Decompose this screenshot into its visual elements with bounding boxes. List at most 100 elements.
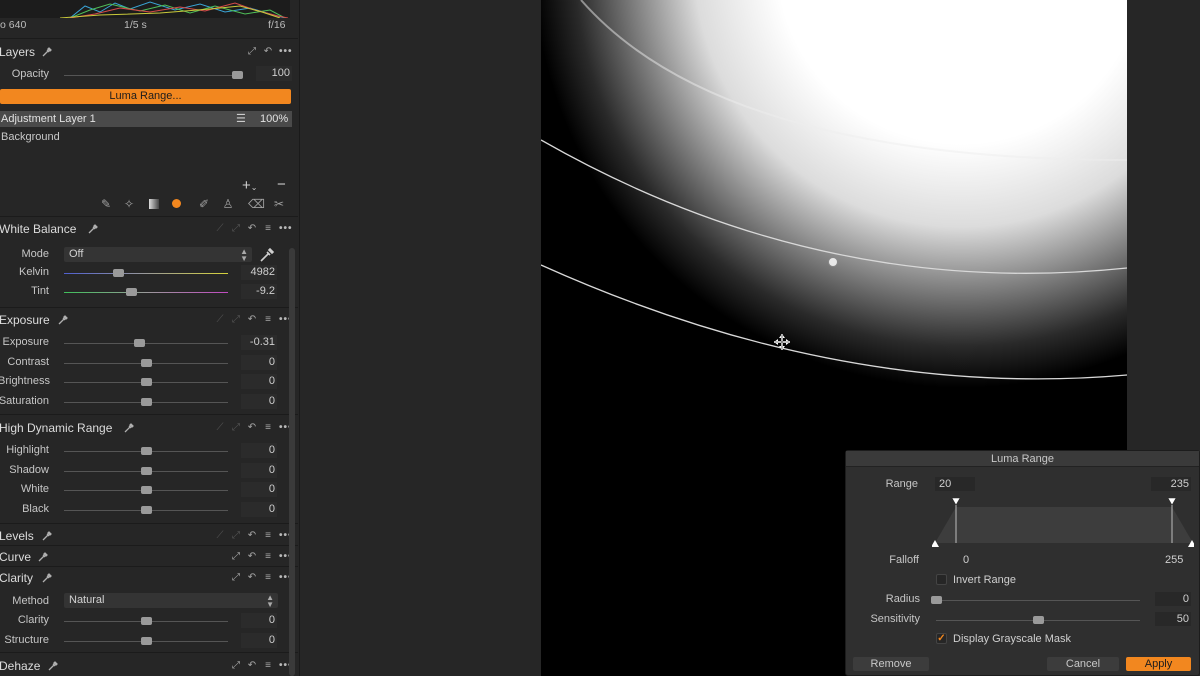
radial-mask-icon[interactable] bbox=[170, 197, 184, 211]
layer-row-adjustment[interactable]: Adjustment Layer 1 ☰ 100% bbox=[0, 111, 292, 127]
radius-slider-track[interactable] bbox=[936, 600, 1140, 601]
slider-value[interactable]: 0 bbox=[241, 374, 277, 390]
more-icon[interactable]: ••• bbox=[279, 422, 292, 433]
erase-mask-icon[interactable]: ⌫ bbox=[248, 197, 265, 211]
reset-icon[interactable]: ↶ bbox=[247, 572, 257, 583]
presets-icon[interactable]: ≡ bbox=[263, 530, 273, 541]
reset-icon[interactable]: ↶ bbox=[247, 223, 257, 234]
opacity-value[interactable]: 100 bbox=[256, 66, 292, 81]
magic-brush-icon[interactable]: ✧ bbox=[122, 197, 136, 211]
slider-thumb[interactable] bbox=[141, 486, 152, 495]
expand-icon[interactable]: ⤢ bbox=[247, 46, 257, 57]
invert-range-checkbox[interactable] bbox=[936, 574, 947, 585]
radius-value[interactable]: 0 bbox=[1155, 592, 1191, 606]
slider-thumb[interactable] bbox=[141, 617, 152, 625]
edit-icon[interactable]: ⟋ bbox=[215, 422, 225, 433]
slider-value[interactable]: 0 bbox=[241, 632, 277, 648]
pipette-icon[interactable] bbox=[58, 315, 68, 325]
slider-value[interactable]: 0 bbox=[241, 443, 277, 458]
presets-icon[interactable]: ≡ bbox=[263, 314, 273, 325]
slider-value[interactable]: 0 bbox=[241, 354, 277, 370]
sensitivity-slider-thumb[interactable] bbox=[1033, 616, 1044, 624]
slider-thumb[interactable] bbox=[141, 378, 152, 387]
slider-value[interactable]: 0 bbox=[241, 613, 277, 628]
more-icon[interactable]: ••• bbox=[279, 551, 292, 562]
expand-icon[interactable]: ⤢ bbox=[231, 530, 241, 541]
more-icon[interactable]: ••• bbox=[279, 223, 292, 234]
slider-value[interactable]: -0.31 bbox=[241, 335, 277, 350]
falloff-low-value[interactable]: 0 bbox=[963, 554, 969, 566]
reset-icon[interactable]: ↶ bbox=[247, 551, 257, 562]
expand-icon[interactable]: ⤢ bbox=[231, 314, 241, 325]
more-icon[interactable]: ••• bbox=[279, 530, 292, 541]
tint-value[interactable]: -9.2 bbox=[241, 284, 277, 299]
pipette-icon[interactable] bbox=[42, 531, 52, 541]
reset-icon[interactable]: ↶ bbox=[247, 314, 257, 325]
expand-icon[interactable]: ⤢ bbox=[231, 551, 241, 562]
tint-slider-thumb[interactable] bbox=[126, 288, 138, 296]
slider-value[interactable]: 0 bbox=[241, 501, 277, 517]
more-icon[interactable]: ••• bbox=[279, 572, 292, 583]
pipette-icon[interactable] bbox=[42, 47, 52, 57]
slider-track[interactable] bbox=[64, 343, 228, 344]
heal-icon[interactable]: ✐ bbox=[197, 197, 211, 211]
tint-slider-track[interactable] bbox=[64, 292, 228, 293]
presets-icon[interactable]: ≡ bbox=[263, 223, 273, 234]
slider-value[interactable]: 0 bbox=[241, 462, 277, 478]
edit-icon[interactable]: ⟋ bbox=[215, 223, 225, 234]
presets-icon[interactable]: ≡ bbox=[263, 422, 273, 433]
pipette-icon[interactable] bbox=[124, 423, 134, 433]
pipette-icon[interactable] bbox=[88, 224, 98, 234]
pipette-icon[interactable] bbox=[48, 661, 58, 671]
presets-icon[interactable]: ≡ bbox=[263, 551, 273, 562]
slider-thumb[interactable] bbox=[141, 505, 152, 514]
pipette-icon[interactable] bbox=[42, 573, 52, 583]
remove-layer-button[interactable]: − bbox=[277, 176, 286, 193]
opacity-slider-thumb[interactable] bbox=[231, 71, 243, 79]
add-layer-button[interactable]: +⌄ bbox=[242, 177, 257, 194]
radius-slider-thumb[interactable] bbox=[931, 596, 942, 604]
luma-range-button[interactable]: Luma Range... bbox=[0, 89, 291, 104]
more-icon[interactable]: ••• bbox=[279, 46, 292, 57]
sensitivity-value[interactable]: 50 bbox=[1155, 612, 1191, 626]
pick-mask-icon[interactable]: ✂ bbox=[272, 197, 286, 211]
gradient-mask-icon[interactable] bbox=[147, 197, 161, 211]
reset-icon[interactable]: ↶ bbox=[247, 422, 257, 433]
slider-thumb[interactable] bbox=[141, 447, 152, 455]
expand-icon[interactable]: ⤢ bbox=[231, 660, 241, 671]
slider-thumb[interactable] bbox=[141, 358, 152, 367]
presets-icon[interactable]: ≡ bbox=[263, 572, 273, 583]
reset-icon[interactable]: ↶ bbox=[263, 46, 273, 57]
slider-value[interactable]: 0 bbox=[241, 393, 277, 409]
wb-picker-icon[interactable] bbox=[259, 247, 275, 263]
pipette-icon[interactable] bbox=[38, 552, 48, 562]
slider-thumb[interactable] bbox=[134, 339, 146, 347]
luma-range-graph[interactable] bbox=[932, 495, 1194, 551]
draw-mask-icon[interactable]: ✎ bbox=[99, 197, 113, 211]
more-icon[interactable]: ••• bbox=[279, 314, 292, 325]
remove-button[interactable]: Remove bbox=[853, 657, 929, 671]
wb-mode-select[interactable]: Off ▲ ▼ bbox=[64, 247, 252, 263]
range-high-value[interactable]: 235 bbox=[1151, 477, 1191, 491]
edit-icon[interactable]: ⟋ bbox=[215, 530, 225, 541]
clarity-method-select[interactable]: Natural ▲ ▼ bbox=[64, 593, 278, 609]
kelvin-slider-track[interactable] bbox=[64, 273, 228, 274]
range-low-value[interactable]: 20 bbox=[935, 477, 975, 491]
expand-icon[interactable]: ⤢ bbox=[231, 422, 241, 433]
more-icon[interactable]: ••• bbox=[279, 660, 292, 671]
clone-stamp-icon[interactable]: ♙ bbox=[221, 197, 235, 211]
opacity-slider-track[interactable] bbox=[64, 75, 242, 76]
reset-icon[interactable]: ↶ bbox=[247, 660, 257, 671]
reset-icon[interactable]: ↶ bbox=[247, 530, 257, 541]
slider-thumb[interactable] bbox=[141, 636, 152, 645]
kelvin-slider-thumb[interactable] bbox=[113, 269, 125, 277]
slider-value[interactable]: 0 bbox=[241, 482, 277, 498]
expand-icon[interactable]: ⤢ bbox=[231, 223, 241, 234]
edit-icon[interactable]: ⟋ bbox=[215, 314, 225, 325]
slider-thumb[interactable] bbox=[141, 466, 152, 475]
kelvin-value[interactable]: 4982 bbox=[241, 265, 277, 280]
presets-icon[interactable]: ≡ bbox=[263, 660, 273, 671]
display-grayscale-mask-checkbox[interactable]: ✓ bbox=[936, 633, 947, 644]
panel-scrollbar[interactable] bbox=[289, 248, 295, 676]
apply-button[interactable]: Apply bbox=[1126, 657, 1191, 671]
